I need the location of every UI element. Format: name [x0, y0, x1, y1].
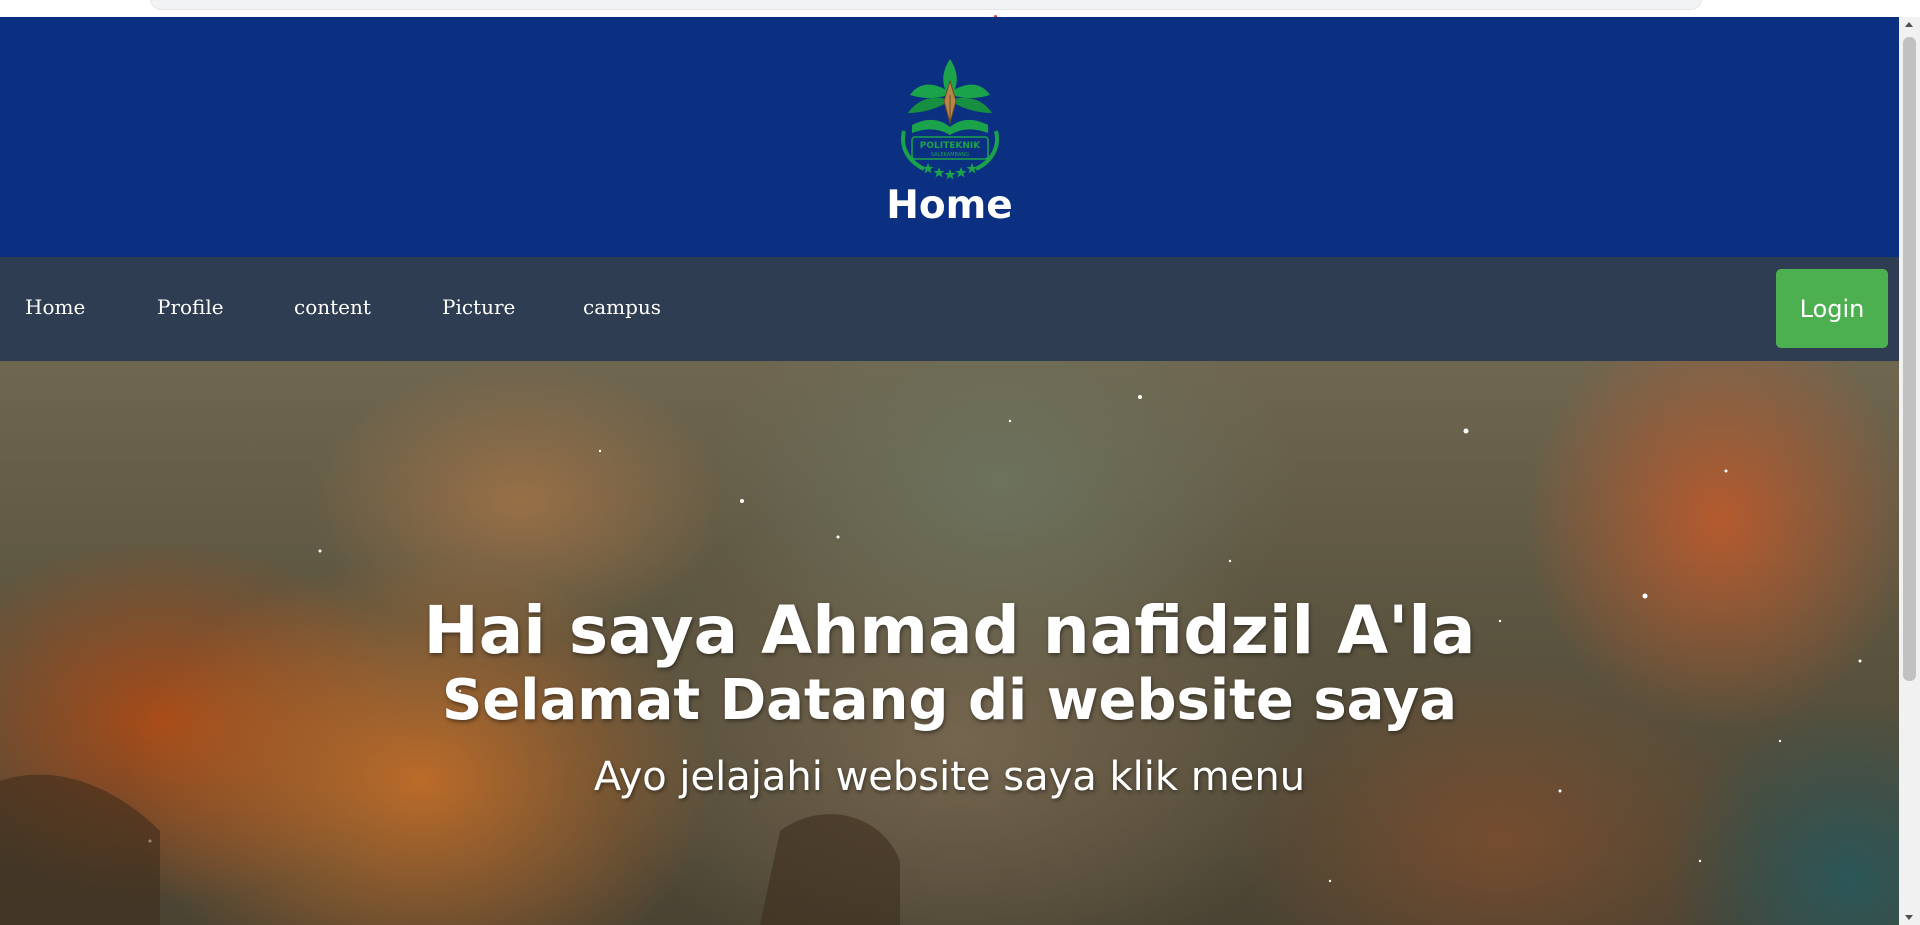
- nav-item-profile[interactable]: Profile: [157, 293, 224, 321]
- site-header: POLITEKNIK SALEKAMBANG Home: [0, 17, 1899, 257]
- page: POLITEKNIK SALEKAMBANG Home Home Profile…: [0, 17, 1899, 925]
- login-button[interactable]: Login: [1776, 269, 1888, 348]
- hero-title: Hai saya Ahmad nafidzil A'la: [423, 592, 1476, 669]
- hero-subtitle: Selamat Datang di website saya: [441, 668, 1458, 733]
- vertical-scrollbar[interactable]: [1899, 17, 1920, 925]
- logo-text: POLITEKNIK: [920, 141, 981, 151]
- main-navbar: Home Profile content Picture campus Logi…: [0, 257, 1899, 361]
- nav-item-content[interactable]: content: [294, 293, 371, 321]
- logo-subtext: SALEKAMBANG: [931, 152, 969, 158]
- nav-item-home[interactable]: Home: [25, 293, 85, 321]
- politeknik-logo: POLITEKNIK SALEKAMBANG: [901, 59, 999, 180]
- browser-top-strip: [0, 0, 1920, 18]
- address-bar[interactable]: [150, 0, 1702, 10]
- nav-item-picture[interactable]: Picture: [442, 293, 515, 321]
- hero-tagline: Ayo jelajahi website saya klik menu: [593, 754, 1306, 800]
- scroll-down-arrow-icon[interactable]: [1905, 915, 1913, 920]
- hero-banner: Hai saya Ahmad nafidzil A'la Selamat Dat…: [0, 361, 1899, 925]
- page-title: Home: [886, 183, 1013, 228]
- scrollbar-thumb[interactable]: [1903, 37, 1916, 681]
- nav-item-campus[interactable]: campus: [583, 293, 661, 321]
- scroll-up-arrow-icon[interactable]: [1905, 22, 1913, 27]
